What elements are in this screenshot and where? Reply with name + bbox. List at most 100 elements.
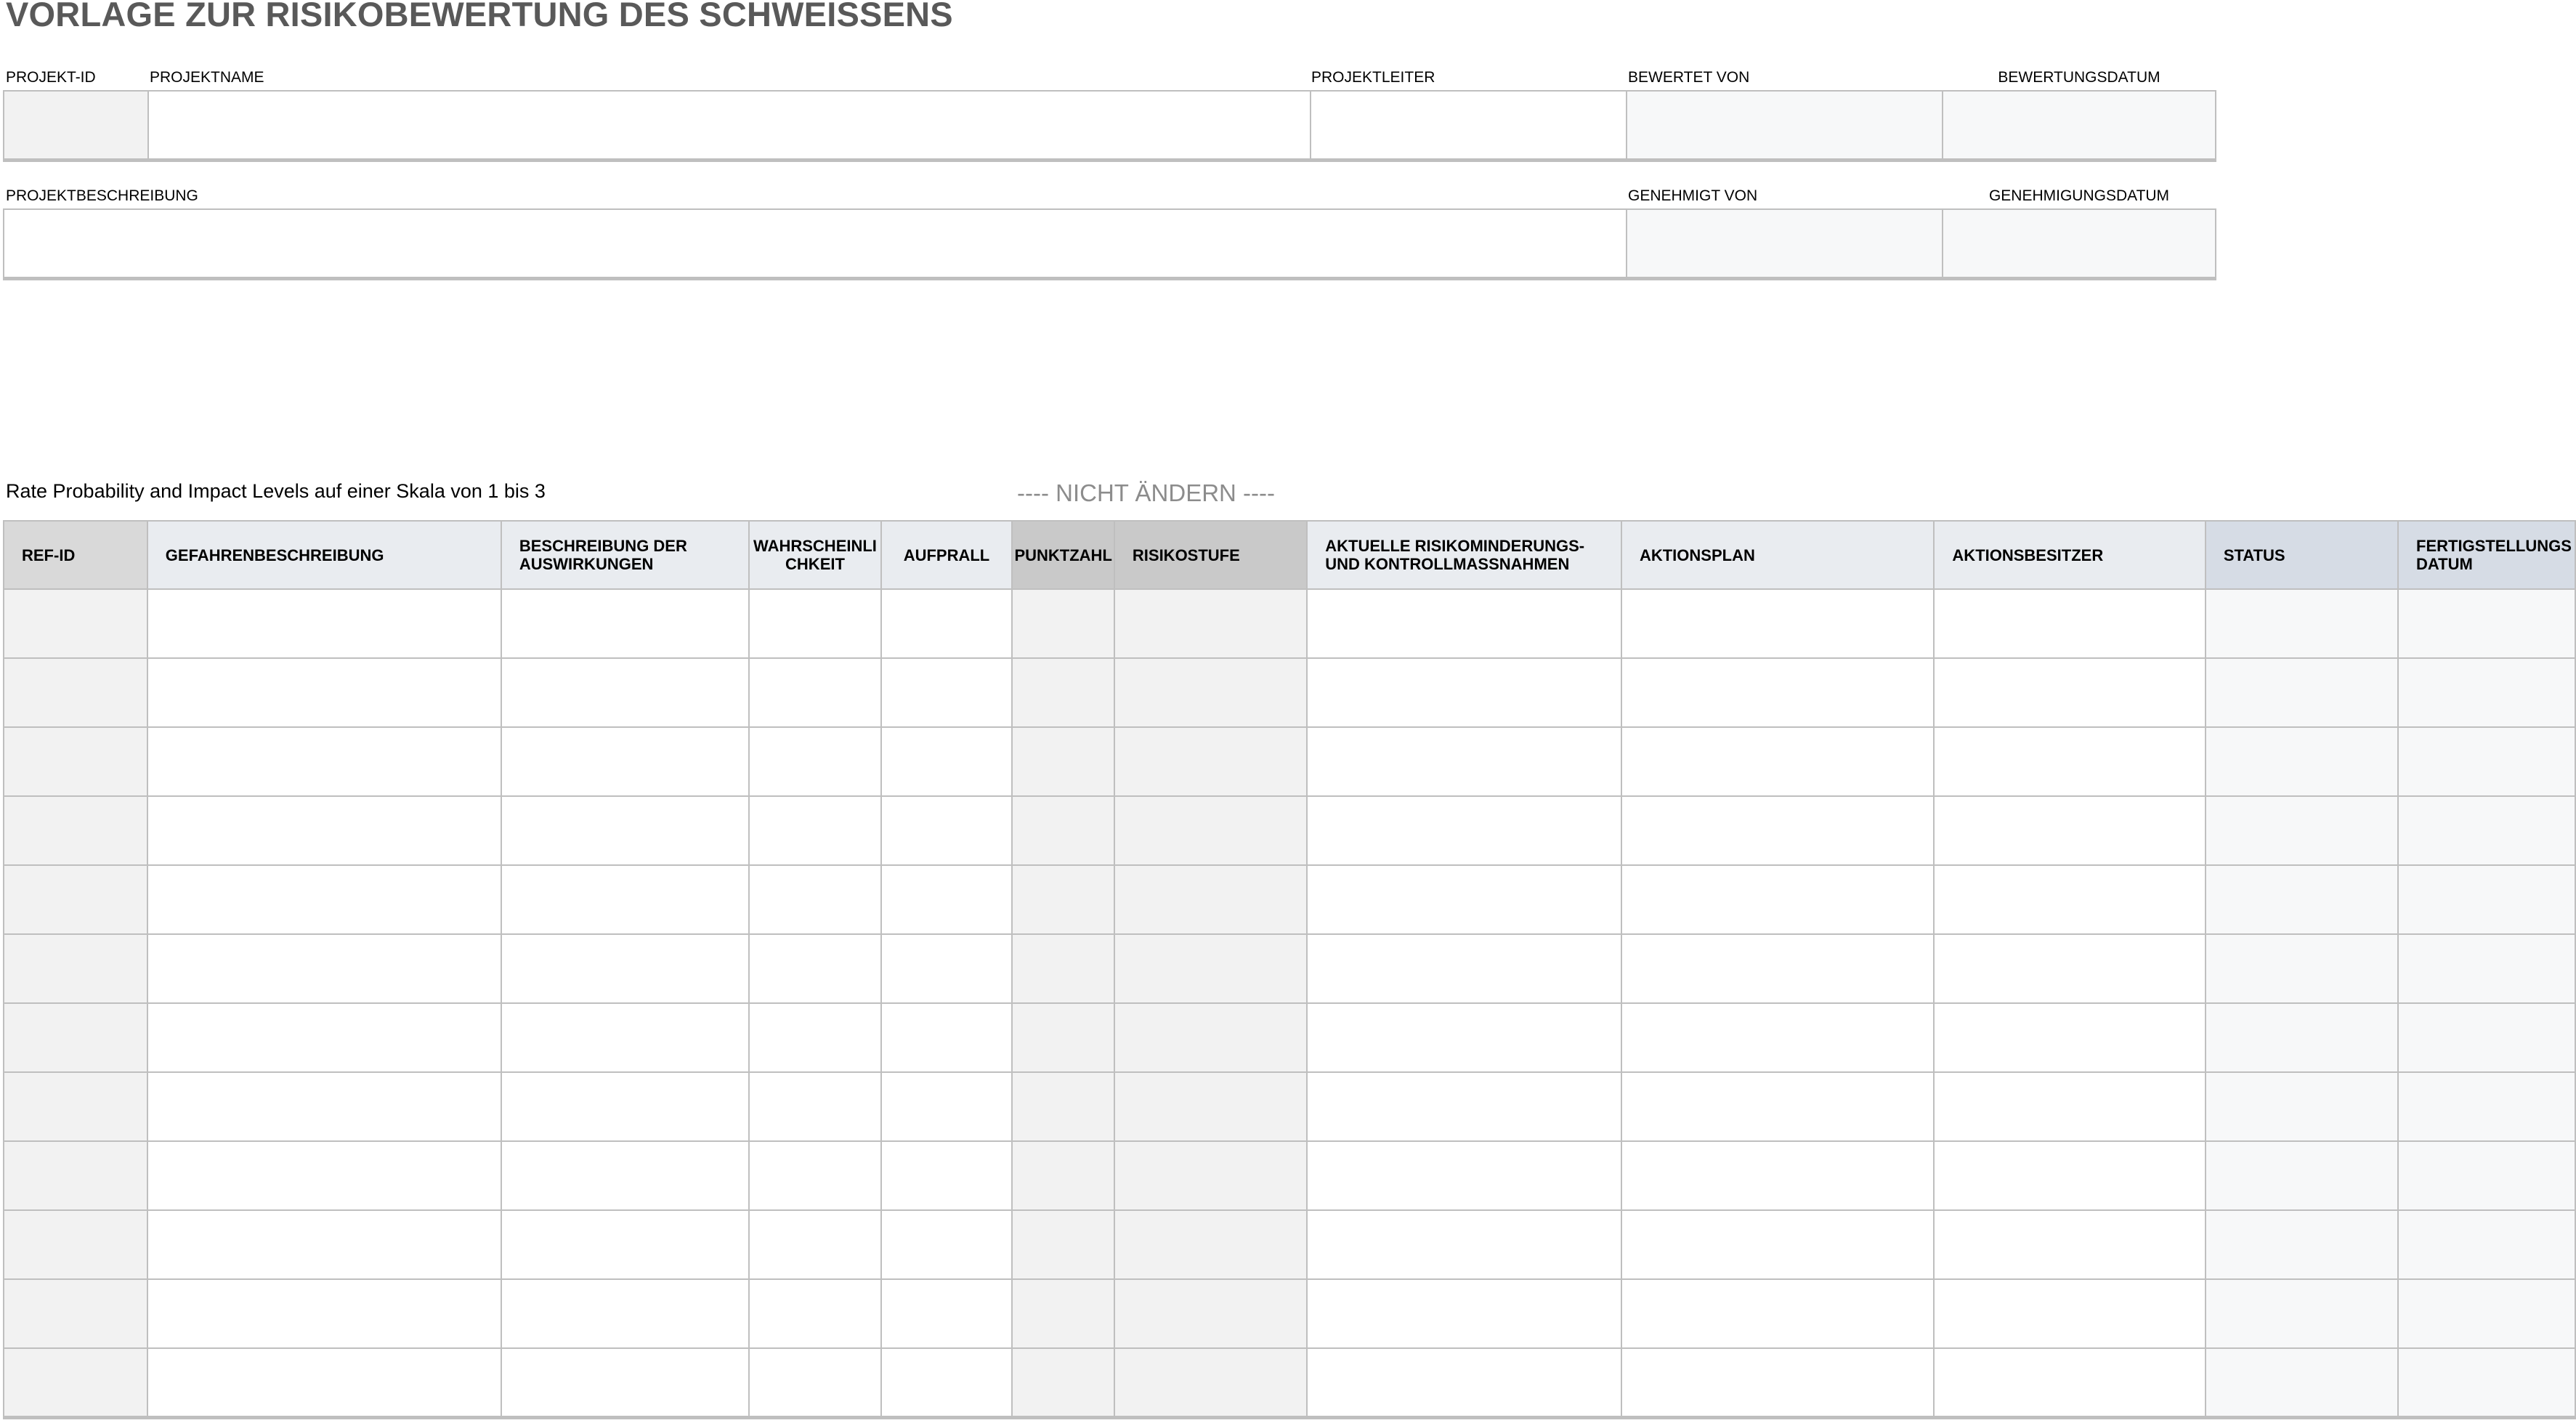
impact-cell[interactable] bbox=[880, 864, 1013, 935]
action-owner-cell[interactable] bbox=[1933, 1278, 2206, 1349]
action-owner-cell[interactable] bbox=[1933, 1071, 2206, 1142]
action-owner-cell[interactable] bbox=[1933, 726, 2206, 797]
action-plan-cell[interactable] bbox=[1620, 1071, 1935, 1142]
project-name-field[interactable] bbox=[147, 90, 1311, 162]
action-plan-cell[interactable] bbox=[1620, 726, 1935, 797]
status-cell[interactable] bbox=[2204, 933, 2399, 1004]
ref-id-cell[interactable] bbox=[3, 1209, 148, 1280]
action-owner-cell[interactable] bbox=[1933, 588, 2206, 659]
action-owner-cell[interactable] bbox=[1933, 933, 2206, 1004]
hazard-description-cell[interactable] bbox=[146, 1071, 502, 1142]
impact-cell[interactable] bbox=[880, 588, 1013, 659]
status-cell[interactable] bbox=[2204, 1347, 2399, 1419]
completion-date-cell[interactable] bbox=[2397, 1002, 2576, 1073]
impact-cell[interactable] bbox=[880, 1002, 1013, 1073]
probability-cell[interactable] bbox=[748, 726, 882, 797]
impact-description-cell[interactable] bbox=[500, 657, 750, 728]
probability-cell[interactable] bbox=[748, 1002, 882, 1073]
impact-description-cell[interactable] bbox=[500, 1347, 750, 1419]
rated-by-field[interactable] bbox=[1626, 90, 1943, 162]
completion-date-cell[interactable] bbox=[2397, 657, 2576, 728]
probability-cell[interactable] bbox=[748, 1071, 882, 1142]
ref-id-cell[interactable] bbox=[3, 1002, 148, 1073]
action-owner-cell[interactable] bbox=[1933, 864, 2206, 935]
status-cell[interactable] bbox=[2204, 1140, 2399, 1211]
ref-id-cell[interactable] bbox=[3, 588, 148, 659]
hazard-description-cell[interactable] bbox=[146, 933, 502, 1004]
impact-cell[interactable] bbox=[880, 657, 1013, 728]
mitigation-measures-cell[interactable] bbox=[1306, 726, 1622, 797]
action-owner-cell[interactable] bbox=[1933, 795, 2206, 866]
impact-description-cell[interactable] bbox=[500, 1278, 750, 1349]
hazard-description-cell[interactable] bbox=[146, 588, 502, 659]
action-plan-cell[interactable] bbox=[1620, 1209, 1935, 1280]
project-lead-field[interactable] bbox=[1310, 90, 1627, 162]
mitigation-measures-cell[interactable] bbox=[1306, 1209, 1622, 1280]
mitigation-measures-cell[interactable] bbox=[1306, 795, 1622, 866]
ref-id-cell[interactable] bbox=[3, 1278, 148, 1349]
mitigation-measures-cell[interactable] bbox=[1306, 1140, 1622, 1211]
action-owner-cell[interactable] bbox=[1933, 1140, 2206, 1211]
project-description-field[interactable] bbox=[3, 208, 1627, 280]
action-owner-cell[interactable] bbox=[1933, 1347, 2206, 1419]
status-cell[interactable] bbox=[2204, 1002, 2399, 1073]
action-plan-cell[interactable] bbox=[1620, 657, 1935, 728]
impact-description-cell[interactable] bbox=[500, 795, 750, 866]
action-plan-cell[interactable] bbox=[1620, 864, 1935, 935]
probability-cell[interactable] bbox=[748, 657, 882, 728]
project-id-field[interactable] bbox=[3, 90, 149, 162]
action-plan-cell[interactable] bbox=[1620, 1140, 1935, 1211]
hazard-description-cell[interactable] bbox=[146, 1002, 502, 1073]
status-cell[interactable] bbox=[2204, 588, 2399, 659]
mitigation-measures-cell[interactable] bbox=[1306, 1278, 1622, 1349]
action-plan-cell[interactable] bbox=[1620, 1347, 1935, 1419]
probability-cell[interactable] bbox=[748, 1347, 882, 1419]
probability-cell[interactable] bbox=[748, 795, 882, 866]
impact-cell[interactable] bbox=[880, 726, 1013, 797]
ref-id-cell[interactable] bbox=[3, 1071, 148, 1142]
status-cell[interactable] bbox=[2204, 726, 2399, 797]
impact-description-cell[interactable] bbox=[500, 588, 750, 659]
impact-description-cell[interactable] bbox=[500, 1002, 750, 1073]
ref-id-cell[interactable] bbox=[3, 795, 148, 866]
mitigation-measures-cell[interactable] bbox=[1306, 588, 1622, 659]
completion-date-cell[interactable] bbox=[2397, 726, 2576, 797]
impact-description-cell[interactable] bbox=[500, 1209, 750, 1280]
impact-description-cell[interactable] bbox=[500, 1071, 750, 1142]
impact-description-cell[interactable] bbox=[500, 1140, 750, 1211]
hazard-description-cell[interactable] bbox=[146, 864, 502, 935]
probability-cell[interactable] bbox=[748, 1209, 882, 1280]
approved-by-field[interactable] bbox=[1626, 208, 1943, 280]
completion-date-cell[interactable] bbox=[2397, 1140, 2576, 1211]
rating-date-field[interactable] bbox=[1942, 90, 2216, 162]
impact-cell[interactable] bbox=[880, 1071, 1013, 1142]
action-plan-cell[interactable] bbox=[1620, 588, 1935, 659]
completion-date-cell[interactable] bbox=[2397, 1071, 2576, 1142]
hazard-description-cell[interactable] bbox=[146, 1278, 502, 1349]
impact-cell[interactable] bbox=[880, 1278, 1013, 1349]
action-plan-cell[interactable] bbox=[1620, 1002, 1935, 1073]
impact-cell[interactable] bbox=[880, 933, 1013, 1004]
probability-cell[interactable] bbox=[748, 1278, 882, 1349]
ref-id-cell[interactable] bbox=[3, 933, 148, 1004]
hazard-description-cell[interactable] bbox=[146, 1347, 502, 1419]
mitigation-measures-cell[interactable] bbox=[1306, 864, 1622, 935]
completion-date-cell[interactable] bbox=[2397, 588, 2576, 659]
hazard-description-cell[interactable] bbox=[146, 795, 502, 866]
probability-cell[interactable] bbox=[748, 864, 882, 935]
action-plan-cell[interactable] bbox=[1620, 1278, 1935, 1349]
action-plan-cell[interactable] bbox=[1620, 795, 1935, 866]
completion-date-cell[interactable] bbox=[2397, 933, 2576, 1004]
action-owner-cell[interactable] bbox=[1933, 657, 2206, 728]
status-cell[interactable] bbox=[2204, 795, 2399, 866]
impact-cell[interactable] bbox=[880, 795, 1013, 866]
completion-date-cell[interactable] bbox=[2397, 795, 2576, 866]
impact-description-cell[interactable] bbox=[500, 933, 750, 1004]
mitigation-measures-cell[interactable] bbox=[1306, 657, 1622, 728]
ref-id-cell[interactable] bbox=[3, 1140, 148, 1211]
action-plan-cell[interactable] bbox=[1620, 933, 1935, 1004]
impact-cell[interactable] bbox=[880, 1347, 1013, 1419]
impact-description-cell[interactable] bbox=[500, 864, 750, 935]
mitigation-measures-cell[interactable] bbox=[1306, 1071, 1622, 1142]
impact-description-cell[interactable] bbox=[500, 726, 750, 797]
